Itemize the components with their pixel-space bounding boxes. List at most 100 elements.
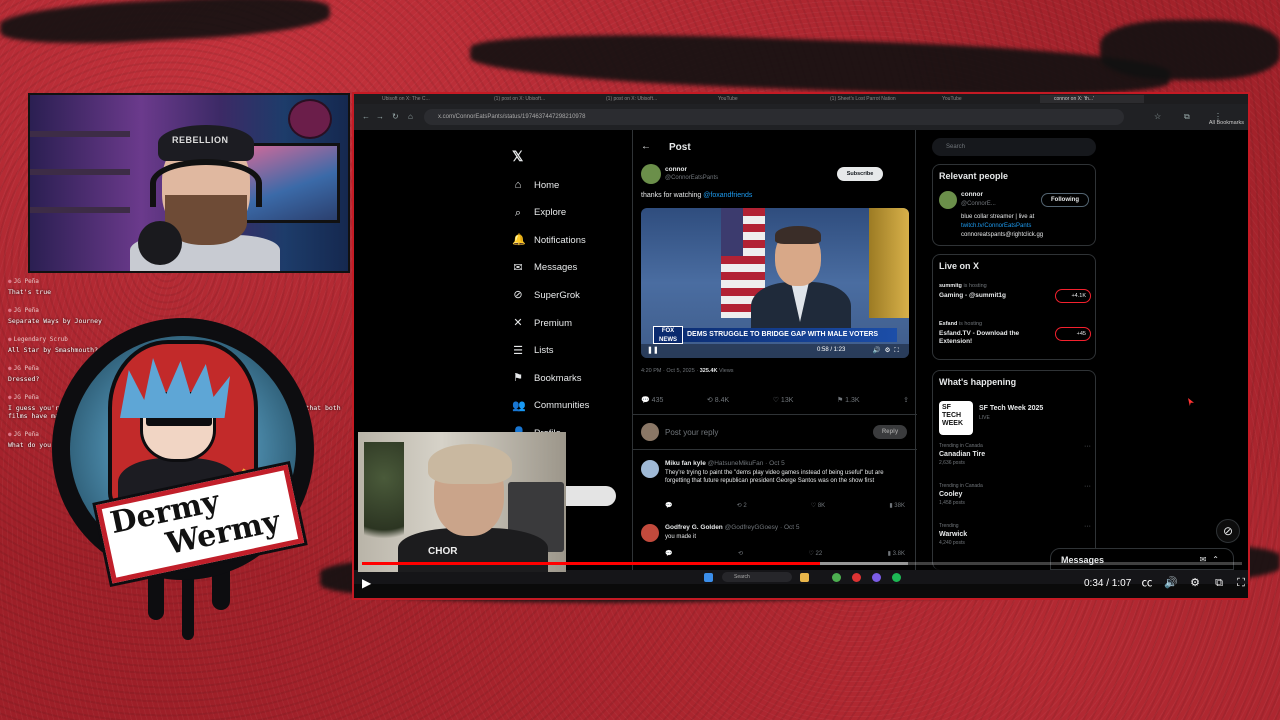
taskbar-app-icon[interactable] (852, 573, 861, 582)
event-name[interactable]: SF Tech Week 2025 (979, 405, 1043, 412)
heart-action[interactable]: ♡ 22 (808, 550, 822, 557)
grok-icon[interactable]: ⊘ (1216, 519, 1240, 543)
nav-item-home[interactable]: ⌂ Home (512, 176, 560, 194)
reply-action[interactable]: 💬 (665, 550, 672, 557)
reply-action[interactable]: 💬 (665, 502, 672, 509)
embedded-video-icons[interactable]: 🔊⚙⛶ (873, 346, 903, 355)
share-icon[interactable]: ⇪ (903, 396, 909, 408)
browser-tab[interactable]: (1) post on X: Ubisoft... (592, 95, 696, 103)
author-name[interactable]: connor (665, 166, 687, 173)
user-badge-icon: ● (8, 365, 12, 372)
video-player[interactable]: Ubisoft on X: The C... (1) post on X: Ubi… (352, 92, 1250, 600)
views-action[interactable]: ▮ 3.8K (888, 550, 905, 557)
nav-item-notifications[interactable]: 🔔 Notifications (512, 231, 586, 249)
reply-author[interactable]: Godfrey G. Golden @GodfreyGGoesy · Oct 5 (665, 524, 799, 531)
reactor-webcam: CHOR (358, 432, 566, 572)
settings-icon[interactable]: ⚙ (1188, 576, 1202, 590)
browser-tab[interactable]: (1) Sheet's Lost Parrot Nation (816, 95, 920, 103)
browser-tab[interactable]: (1) post on X: Ubisoft... (480, 95, 584, 103)
trend-item[interactable]: Trending in Canada Cooley 1,458 posts ··· (939, 483, 1091, 506)
live-item[interactable]: Esfand is hosting Esfand.TV - Download th… (939, 321, 1091, 346)
relevant-handle[interactable]: @ConnorE... (961, 201, 996, 207)
fullscreen-icon[interactable]: ⛶ (1234, 576, 1248, 590)
trend-item[interactable]: Trending Warwick 4,240 posts ··· (939, 523, 1091, 546)
repost-action[interactable]: ⟲ 8.4K (707, 396, 729, 408)
pause-icon[interactable]: ❚❚ (647, 346, 659, 354)
nav-item-messages[interactable]: ✉ Messages (512, 259, 577, 277)
bookmark-action[interactable]: ⚑ 1.3K (837, 396, 860, 408)
reply-composer[interactable]: Post your reply Reply (633, 414, 917, 450)
live-item[interactable]: summitg is hosting Gaming - @summit1g +4.1… (939, 283, 1091, 303)
paint-stroke (0, 0, 331, 49)
volume-icon[interactable]: 🔊 (1164, 576, 1178, 590)
extensions-icon[interactable]: ⧉ (1184, 113, 1190, 121)
reply-stat: 38K (894, 503, 905, 509)
following-button[interactable]: Following (1041, 193, 1089, 207)
taskbar-search[interactable]: Search (722, 572, 792, 582)
relevant-name[interactable]: connor (961, 191, 983, 198)
subscribe-button[interactable]: Subscribe (837, 167, 883, 181)
nav-item-explore[interactable]: ⌕ Explore (512, 204, 566, 222)
reload-icon[interactable]: ↻ (392, 113, 399, 121)
embedded-video[interactable]: DEMS STRUGGLE TO BRIDGE GAP WITH MALE VO… (641, 208, 909, 358)
chrome-icon[interactable] (832, 573, 841, 582)
browser-tab[interactable]: connor on X: 'th...' (1040, 95, 1144, 103)
forward-arrow-icon[interactable]: → (376, 113, 384, 121)
reply-input[interactable]: Post your reply (665, 428, 718, 437)
more-icon[interactable]: ··· (1084, 483, 1091, 490)
discord-icon[interactable] (872, 573, 881, 582)
cap-text: REBELLION (172, 135, 229, 145)
trend-item[interactable]: Trending in Canada Canadian Tire 2,636 pos… (939, 443, 1091, 466)
reply-avatar[interactable] (641, 524, 659, 542)
views-action[interactable]: ▮ 38K (889, 502, 905, 509)
nav-item-bookmarks[interactable]: ⚑ Bookmarks (512, 369, 581, 387)
url-field[interactable]: x.com/ConnorEatsPants/status/19746374472… (424, 109, 1124, 125)
browser-tab[interactable]: YouTube (928, 95, 1032, 103)
messages-drawer[interactable]: Messages ✉⌃ (1050, 548, 1234, 570)
reply-icon: 💬 (665, 551, 673, 557)
spotify-icon[interactable] (892, 573, 901, 582)
captions-icon[interactable]: ㏄ (1140, 576, 1154, 590)
repost-action[interactable]: ⟲ (738, 550, 743, 557)
search-input[interactable]: Search (932, 138, 1096, 156)
star-icon[interactable]: ☆ (1154, 113, 1161, 121)
author-avatar[interactable] (641, 164, 661, 184)
reply-action[interactable]: 💬 435 (641, 396, 663, 408)
relevant-avatar[interactable] (939, 191, 957, 209)
play-icon[interactable]: ▶ (362, 576, 376, 590)
bio-link[interactable]: twitch.tv/ConnorEatsPants (961, 222, 1095, 231)
browser-tab[interactable]: YouTube (704, 95, 808, 103)
repost-icon: ⟲ (706, 397, 713, 404)
repost-action[interactable]: ⟲ 2 (737, 502, 747, 509)
browser-tab[interactable]: Ubisoft on X: The C... (368, 95, 472, 103)
nav-item-lists[interactable]: ☰ Lists (512, 342, 553, 360)
home-browser-icon[interactable]: ⌂ (408, 113, 413, 121)
reply-button[interactable]: Reply (873, 425, 907, 439)
reply-avatar[interactable] (641, 460, 659, 478)
heart-action[interactable]: ♡ 8K (811, 502, 825, 509)
post-text-body: thanks for watching (641, 192, 704, 199)
reply-stat: 2 (743, 503, 747, 509)
x-logo-icon[interactable]: 𝕏 (512, 148, 523, 165)
nav-item-supergrok[interactable]: ⊘ SuperGrok (512, 286, 580, 304)
event-thumbnail[interactable]: SF TECH WEEK (939, 401, 973, 435)
windows-start-icon[interactable] (704, 573, 713, 582)
more-icon[interactable]: ··· (1084, 523, 1091, 530)
author-handle[interactable]: @ConnorEatsPants (665, 175, 718, 181)
miniplayer-icon[interactable]: ⧉ (1212, 576, 1226, 590)
reply-author[interactable]: Miku fan kyle @HatsuneMikuFan · Oct 5 (665, 460, 785, 467)
taskbar-app-icon[interactable] (800, 573, 809, 582)
trend-category: Trending in Canada (939, 443, 983, 449)
all-bookmarks[interactable]: All Bookmarks (1209, 120, 1244, 126)
more-icon[interactable]: ··· (1084, 443, 1091, 450)
mention-link[interactable]: @foxandfriends (703, 192, 752, 199)
nav-label: Messages (534, 262, 578, 274)
post-timestamp: 4:20 PM · Oct 5, 2025 · (641, 368, 700, 374)
back-arrow-icon[interactable]: ← (362, 113, 370, 121)
user-badge-icon: ● (8, 307, 12, 314)
like-action[interactable]: ♡ 13K (773, 396, 794, 408)
back-arrow-icon[interactable]: ← (641, 141, 651, 152)
nav-item-communities[interactable]: 👥 Communities (512, 397, 589, 415)
progress-bar[interactable] (362, 562, 1242, 565)
nav-item-premium[interactable]: ✕ Premium (512, 314, 572, 332)
